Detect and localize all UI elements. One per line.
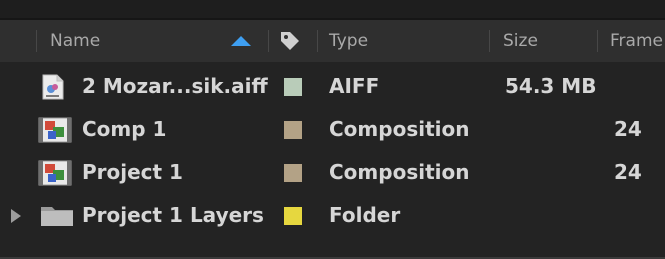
item-name: Project 1 Layers (82, 203, 264, 227)
item-name: Project 1 (82, 160, 183, 184)
item-type: AIFF (329, 74, 380, 98)
empty-list-space[interactable] (0, 237, 665, 259)
project-panel: Name Type Size Frame 2 Mozar...sik.aiff … (0, 0, 665, 259)
item-type: Folder (329, 203, 401, 227)
column-header-size[interactable]: Size (503, 20, 538, 62)
list-item[interactable]: Project 1 Layers Folder (0, 194, 665, 237)
sort-ascending-icon[interactable] (231, 36, 251, 46)
column-divider[interactable] (597, 30, 598, 52)
column-divider[interactable] (36, 30, 37, 52)
label-color-swatch[interactable] (284, 207, 302, 225)
column-header-type[interactable]: Type (329, 20, 368, 62)
list-item[interactable]: Comp 1 Composition 24 (0, 108, 665, 151)
expand-triangle-icon[interactable] (11, 209, 21, 223)
panel-top-strip (0, 0, 665, 20)
item-frame: 24 (614, 117, 642, 141)
column-header-name[interactable]: Name (50, 20, 100, 62)
audio-file-icon (42, 74, 64, 100)
item-name: Comp 1 (82, 117, 167, 141)
list-item[interactable]: Project 1 Composition 24 (0, 151, 665, 194)
list-item[interactable]: 2 Mozar...sik.aiff AIFF 54.3 MB (0, 65, 665, 108)
column-divider[interactable] (489, 30, 490, 52)
composition-icon (38, 117, 72, 143)
folder-icon (41, 207, 73, 226)
item-size: 54.3 MB (505, 74, 597, 98)
item-frame: 24 (614, 160, 642, 184)
label-color-swatch[interactable] (284, 164, 302, 182)
column-divider[interactable] (268, 30, 269, 52)
column-header-row: Name Type Size Frame (0, 20, 665, 62)
item-type: Composition (329, 117, 470, 141)
tag-icon[interactable] (278, 29, 302, 53)
label-color-swatch[interactable] (284, 78, 302, 96)
project-item-list: 2 Mozar...sik.aiff AIFF 54.3 MB Comp 1 C… (0, 62, 665, 259)
column-divider[interactable] (317, 30, 318, 52)
item-type: Composition (329, 160, 470, 184)
composition-icon (38, 160, 72, 186)
label-color-swatch[interactable] (284, 121, 302, 139)
item-name: 2 Mozar...sik.aiff (82, 74, 268, 98)
column-header-frame[interactable]: Frame (610, 20, 663, 62)
